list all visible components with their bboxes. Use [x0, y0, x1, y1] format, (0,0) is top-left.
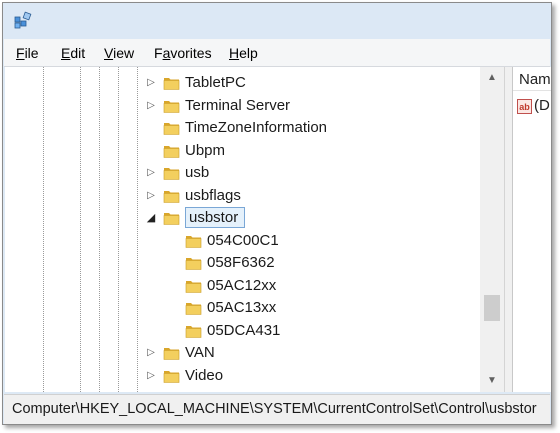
tree-node-label: usbstor [185, 207, 246, 228]
menu-help[interactable]: Help [229, 45, 258, 61]
expand-arrow-icon[interactable]: ▷ [146, 77, 156, 89]
tree-node[interactable]: ▷ VAN [5, 343, 475, 365]
tree-node-label: Video [185, 366, 224, 384]
folder-icon [185, 233, 202, 249]
tree-node-label: 05DCA431 [207, 321, 281, 339]
folder-icon [163, 210, 180, 226]
registry-key-tree[interactable]: ▷ TabletPC ▷ Terminal Server TimeZoneInforma… [5, 67, 505, 392]
tree-node[interactable]: ▷ TabletPC [5, 73, 475, 95]
tree-node-label: TabletPC [185, 74, 246, 91]
tree-node[interactable]: Ubpm [5, 141, 475, 163]
folder-icon [185, 255, 202, 271]
folder-icon [163, 75, 180, 91]
folder-icon [163, 368, 180, 384]
registry-editor-window: File Edit View Favorites Help ▷ TabletPC ▷… [2, 2, 552, 425]
folder-icon [185, 323, 202, 339]
title-bar[interactable] [3, 3, 551, 39]
expand-arrow-icon[interactable]: ▷ [146, 100, 156, 112]
registry-editor-icon[interactable] [13, 11, 33, 31]
status-bar: Computer\HKEY_LOCAL_MACHINE\SYSTEM\Curre… [4, 394, 550, 424]
expand-arrow-icon[interactable]: ▷ [146, 167, 156, 179]
tree-vertical-scrollbar[interactable]: ▲ ▼ [480, 67, 504, 392]
folder-icon [163, 143, 180, 159]
tree-node-label: usbflags [185, 186, 241, 204]
folder-icon [163, 165, 180, 181]
expand-arrow-icon[interactable]: ▷ [146, 190, 156, 202]
tree-node[interactable]: ◢ usbstor [5, 207, 475, 230]
status-key-path: Computer\HKEY_LOCAL_MACHINE\SYSTEM\Curre… [12, 401, 537, 417]
tree-node-label: 054C00C1 [207, 231, 279, 249]
tree-node[interactable]: TimeZoneInformation [5, 118, 475, 140]
scroll-down-arrow-icon[interactable]: ▼ [480, 370, 504, 392]
tree-node-label: usb [185, 164, 210, 181]
column-header-name[interactable]: Name [513, 67, 551, 91]
string-value-icon: ab [517, 99, 532, 114]
collapse-arrow-icon[interactable]: ◢ [146, 212, 156, 224]
folder-icon [185, 300, 202, 316]
tree-node[interactable]: 05DCA431 [5, 321, 475, 343]
tree-node[interactable]: 054C00C1 [5, 231, 475, 253]
tree-node[interactable]: 058F6362 [5, 253, 475, 275]
tree-node[interactable]: ▷ usbflags [5, 186, 475, 208]
tree-node[interactable]: ▷ Video [5, 366, 475, 388]
values-list[interactable]: Name ab (D [512, 67, 551, 392]
tree-node[interactable]: ▷ Terminal Server [5, 96, 475, 118]
expand-arrow-icon[interactable]: ▷ [146, 347, 156, 359]
menu-bar: File Edit View Favorites Help [4, 39, 550, 67]
menu-edit[interactable]: Edit [61, 45, 85, 61]
folder-icon [163, 188, 180, 204]
value-name: (D [534, 97, 550, 114]
folder-icon [163, 120, 180, 136]
tree-node-label: 05AC12xx [207, 276, 277, 294]
expand-arrow-icon[interactable]: ▷ [146, 370, 156, 382]
tree-node-label: Terminal Server [185, 96, 291, 114]
tree-node-label: VAN [185, 344, 215, 361]
scroll-thumb[interactable] [484, 295, 500, 321]
menu-view[interactable]: View [104, 45, 134, 61]
scroll-up-arrow-icon[interactable]: ▲ [480, 67, 504, 89]
menu-favorites[interactable]: Favorites [154, 45, 212, 61]
tree-node[interactable]: ▷ usb [5, 163, 475, 185]
tree-node-label: 05AC13xx [207, 299, 277, 316]
folder-icon [185, 278, 202, 294]
tree-node-label: TimeZoneInformation [185, 119, 328, 136]
tree-node[interactable]: 05AC13xx [5, 298, 475, 320]
menu-file[interactable]: File [16, 45, 39, 61]
tree-node-label: Ubpm [185, 141, 226, 159]
tree-node-label: 058F6362 [207, 254, 275, 271]
tree-node[interactable]: 05AC12xx [5, 276, 475, 298]
folder-icon [163, 345, 180, 361]
folder-icon [163, 98, 180, 114]
